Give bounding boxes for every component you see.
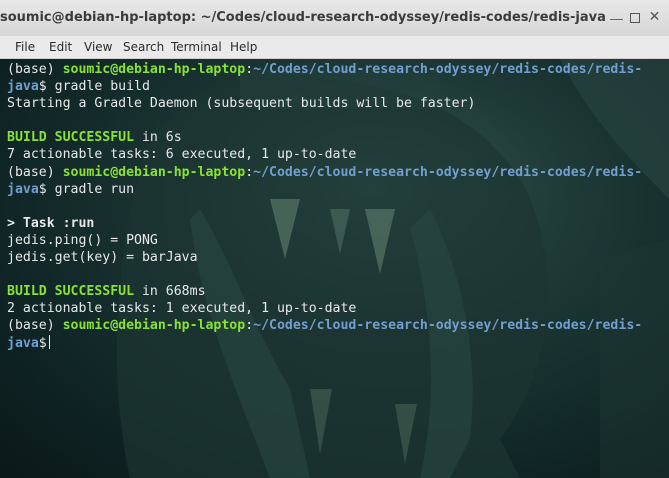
- terminal-area[interactable]: (base) soumic@debian-hp-laptop:~/Codes/c…: [0, 59, 669, 478]
- text-cursor: [48, 334, 50, 349]
- prompt-colon: :: [245, 62, 254, 77]
- build-time: in 6s: [134, 130, 182, 146]
- prompt-path-cont: java: [7, 181, 39, 197]
- prompt-path-cont: java: [7, 335, 39, 351]
- menu-bar: File Edit View Search Terminal Help: [0, 36, 669, 59]
- minimize-icon[interactable]: —: [610, 12, 623, 25]
- menu-terminal[interactable]: Terminal: [171, 36, 222, 58]
- build-time: in 668ms: [134, 284, 206, 300]
- command-line: gradle run: [54, 181, 135, 197]
- terminal-output: (base) soumic@debian-hp-laptop:~/Codes/c…: [7, 61, 667, 352]
- prompt-user-host: soumic@debian-hp-laptop: [62, 318, 246, 334]
- menu-search[interactable]: Search: [123, 36, 164, 58]
- prompt-dollar: $: [38, 181, 55, 197]
- prompt-user-host: soumic@debian-hp-laptop: [62, 62, 246, 77]
- output-line: 2 actionable tasks: 1 executed, 1 up-to-…: [7, 301, 357, 317]
- prompt-path: ~/Codes/cloud-research-odyssey/redis-cod…: [253, 164, 643, 180]
- prompt-path-cont: java: [7, 79, 39, 95]
- output-line: jedis.ping() = PONG: [7, 232, 158, 248]
- output-line: jedis.get(key) = barJava: [7, 250, 198, 266]
- command-line: gradle build: [54, 79, 150, 95]
- title-bar[interactable]: soumic@debian-hp-laptop: ~/Codes/cloud-r…: [0, 0, 669, 37]
- menu-edit[interactable]: Edit: [49, 36, 72, 58]
- menu-view[interactable]: View: [84, 36, 112, 58]
- prompt-env: (base): [7, 62, 63, 77]
- terminal-window: soumic@debian-hp-laptop: ~/Codes/cloud-r…: [0, 0, 669, 478]
- build-status: BUILD SUCCESSFUL: [7, 130, 135, 146]
- prompt-path: ~/Codes/cloud-research-odyssey/redis-cod…: [253, 62, 643, 77]
- prompt-user-host: soumic@debian-hp-laptop: [62, 164, 246, 180]
- menu-help[interactable]: Help: [230, 36, 257, 58]
- task-header: > Task :run: [7, 215, 95, 231]
- prompt-env: (base): [7, 318, 63, 334]
- prompt-dollar: $: [38, 335, 47, 351]
- maximize-icon[interactable]: [630, 13, 640, 23]
- prompt-path: ~/Codes/cloud-research-odyssey/redis-cod…: [253, 318, 643, 334]
- prompt-dollar: $: [38, 79, 55, 95]
- menu-file[interactable]: File: [15, 36, 35, 58]
- close-icon[interactable]: ✕: [648, 9, 661, 23]
- prompt-colon: :: [245, 164, 254, 180]
- prompt-env: (base): [7, 164, 63, 180]
- build-status: BUILD SUCCESSFUL: [7, 284, 135, 300]
- output-line: 7 actionable tasks: 6 executed, 1 up-to-…: [7, 147, 357, 163]
- prompt-colon: :: [245, 318, 254, 334]
- window-title: soumic@debian-hp-laptop: ~/Codes/cloud-r…: [0, 10, 606, 25]
- output-line: Starting a Gradle Daemon (subsequent bui…: [7, 96, 476, 112]
